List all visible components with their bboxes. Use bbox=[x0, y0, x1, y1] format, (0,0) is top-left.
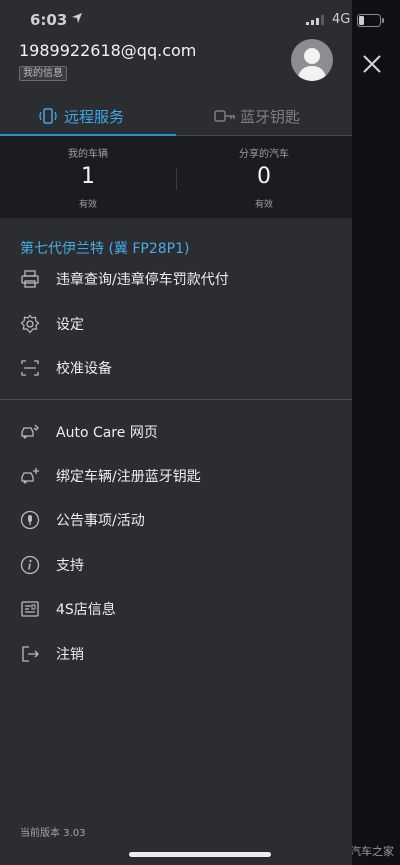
add-car-icon bbox=[21, 468, 39, 484]
printer-icon bbox=[21, 270, 39, 288]
stat-shared-cars[interactable]: 分享的汽车 0 有效 bbox=[176, 136, 352, 218]
backdrop-overlay[interactable] bbox=[352, 0, 400, 865]
status-time: 6:03 bbox=[30, 11, 68, 29]
account-header: 1989922618@qq.com 我的信息 bbox=[0, 39, 352, 96]
dealer-card-icon bbox=[21, 601, 39, 617]
menu-label: 绑定车辆/注册蓝牙钥匙 bbox=[56, 469, 201, 485]
menu-label: 设定 bbox=[56, 317, 84, 333]
phone-signal-icon bbox=[39, 108, 57, 124]
bluetooth-key-icon bbox=[214, 110, 235, 122]
section-divider bbox=[0, 399, 352, 400]
menu-label: 校准设备 bbox=[56, 361, 112, 377]
network-type: 4G bbox=[332, 12, 351, 27]
menu-label: 公告事项/活动 bbox=[56, 513, 145, 529]
stat-value: 1 bbox=[81, 164, 95, 189]
status-bar: 6:03 4G bbox=[0, 0, 400, 40]
menu-label: 注销 bbox=[56, 647, 84, 663]
vehicle-stats: 我的车辆 1 有效 分享的汽车 0 有效 bbox=[0, 136, 352, 218]
menu-item-dealer-info[interactable]: 4S店信息 bbox=[0, 589, 352, 629]
location-arrow-icon bbox=[72, 13, 82, 23]
menu-label: 支持 bbox=[56, 558, 84, 574]
user-email: 1989922618@qq.com bbox=[19, 41, 197, 60]
avatar[interactable] bbox=[291, 39, 333, 81]
menu-item-violation-query[interactable]: 违章查询/违章停车罚款代付 bbox=[0, 259, 352, 299]
service-tabs: 远程服务 蓝牙钥匙 bbox=[0, 97, 352, 135]
menu-item-bind-vehicle[interactable]: 绑定车辆/注册蓝牙钥匙 bbox=[0, 456, 352, 496]
close-icon[interactable] bbox=[360, 52, 384, 76]
logout-icon bbox=[22, 646, 39, 662]
home-indicator[interactable] bbox=[129, 852, 271, 857]
user-silhouette-icon bbox=[297, 48, 327, 81]
car-service-icon bbox=[21, 424, 39, 439]
info-icon bbox=[20, 555, 40, 575]
cell-signal-icon bbox=[306, 15, 324, 25]
tab-bluetooth-label: 蓝牙钥匙 bbox=[240, 108, 301, 126]
gear-icon bbox=[20, 314, 40, 334]
menu-label: Auto Care 网页 bbox=[56, 425, 158, 441]
tab-remote-label: 远程服务 bbox=[64, 108, 125, 126]
stat-caption: 分享的汽车 bbox=[239, 149, 289, 160]
menu-item-announcements[interactable]: 公告事项/活动 bbox=[0, 500, 352, 540]
menu-item-auto-care[interactable]: Auto Care 网页 bbox=[0, 412, 352, 452]
stat-value: 0 bbox=[257, 164, 271, 189]
stat-caption: 我的车辆 bbox=[68, 149, 108, 160]
battery-icon bbox=[357, 14, 384, 27]
stat-status: 有效 bbox=[78, 200, 97, 210]
menu-item-calibrate-device[interactable]: 校准设备 bbox=[0, 348, 352, 388]
watermark: 汽车之家 bbox=[350, 845, 394, 858]
menu-label: 违章查询/违章停车罚款代付 bbox=[56, 272, 229, 288]
my-info-button[interactable]: 我的信息 bbox=[19, 66, 67, 81]
scan-icon bbox=[21, 360, 39, 376]
stat-status: 有效 bbox=[254, 200, 273, 210]
side-drawer: 1989922618@qq.com 我的信息 远程服务 蓝牙钥匙 我的车辆 1 … bbox=[0, 0, 352, 865]
microphone-icon bbox=[20, 510, 40, 530]
stat-my-vehicles[interactable]: 我的车辆 1 有效 bbox=[0, 136, 176, 218]
menu-label: 4S店信息 bbox=[56, 602, 116, 618]
menu-item-support[interactable]: 支持 bbox=[0, 545, 352, 585]
app-version: 当前版本 3.03 bbox=[20, 828, 86, 839]
tab-bluetooth-key[interactable]: 蓝牙钥匙 bbox=[176, 97, 352, 135]
menu-item-logout[interactable]: 注销 bbox=[0, 634, 352, 674]
vehicle-title: 第七代伊兰特 (冀 FP28P1) bbox=[20, 241, 190, 257]
menu-item-settings[interactable]: 设定 bbox=[0, 304, 352, 344]
tab-remote-service[interactable]: 远程服务 bbox=[0, 97, 176, 135]
